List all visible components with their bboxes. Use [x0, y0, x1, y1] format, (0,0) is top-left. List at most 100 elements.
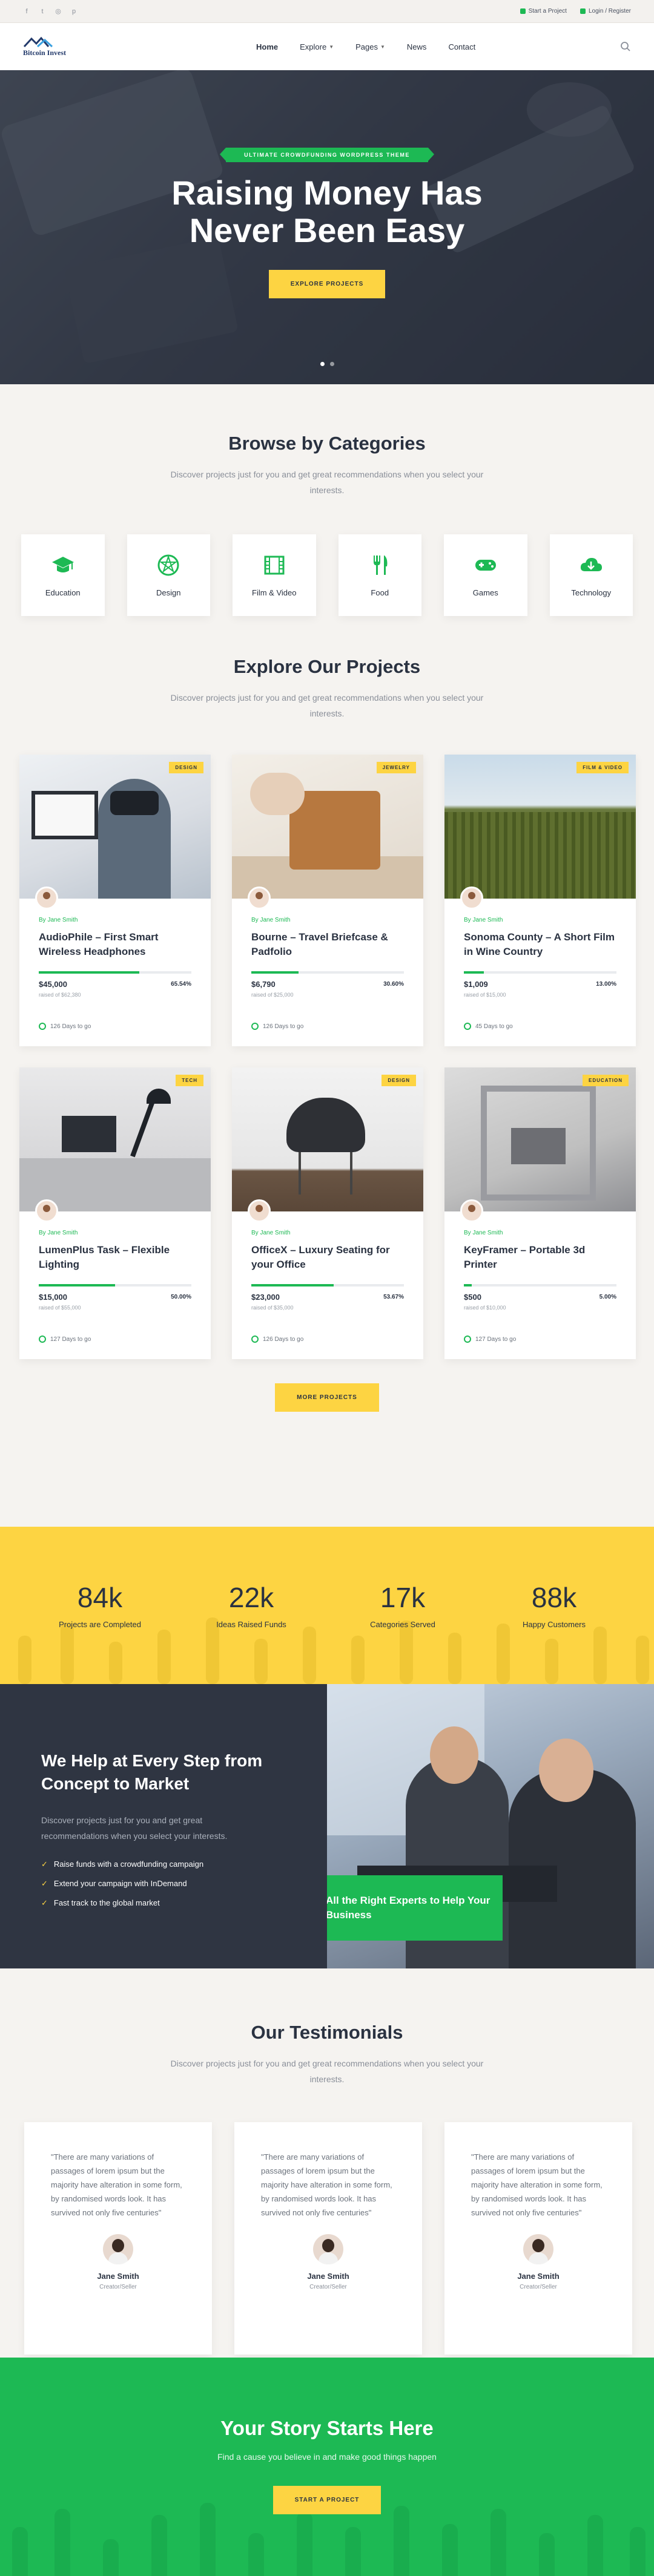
project-tag[interactable]: FILM & VIDEO [576, 762, 629, 773]
main-nav: Bitcoin Invest Home Explore ▼ Pages ▼ News… [0, 23, 654, 70]
avatar [460, 1199, 483, 1222]
mountain-logo-icon [23, 36, 53, 48]
logo[interactable]: Bitcoin Invest [23, 36, 96, 57]
project-title[interactable]: OfficeX – Luxury Seating for your Office [251, 1243, 406, 1272]
stat-categories-served: 17k Categories Served [370, 1582, 435, 1629]
facebook-icon[interactable]: f [23, 8, 30, 15]
project-image[interactable]: FILM & VIDEO [444, 755, 636, 899]
project-tag[interactable]: EDUCATION [583, 1075, 629, 1086]
projects-title: Explore Our Projects [233, 656, 421, 677]
goal-text: raised of $15,000 [464, 992, 506, 998]
clock-icon [251, 1023, 259, 1030]
project-image[interactable]: EDUCATION [444, 1067, 636, 1211]
category-food[interactable]: Food [338, 534, 421, 616]
slider-dot-2[interactable] [329, 362, 334, 366]
funded-percent: 13.00% [596, 981, 616, 988]
days-left: 127 Days to go [39, 1336, 91, 1343]
nav-item-explore[interactable]: Explore ▼ [300, 42, 334, 51]
testimonial-quote: "There are many variations of passages o… [261, 2152, 392, 2217]
project-image[interactable]: JEWELRY [232, 755, 423, 899]
design-icon [157, 554, 179, 576]
stats-section: 84k Projects are Completed 22k Ideas Raise… [0, 1527, 654, 1684]
testimonials-section: Our Testimonials Discover projects just … [0, 1968, 654, 2358]
search-icon[interactable] [620, 41, 631, 52]
hero-title: Raising Money Has Never Been Easy [171, 174, 483, 249]
nav-item-pages[interactable]: Pages ▼ [355, 42, 385, 51]
raised-amount: $15,000 [39, 1293, 67, 1302]
category-design[interactable]: Design [127, 534, 210, 616]
category-games[interactable]: Games [444, 534, 527, 616]
start-project-button[interactable]: START A PROJECT [272, 2486, 382, 2514]
top-bar: f t ◎ p Start a Project Login / Register [0, 0, 654, 23]
goal-text: raised of $35,000 [251, 1305, 294, 1311]
project-title[interactable]: Sonoma County – A Short Film in Wine Cou… [464, 930, 619, 959]
avatar [35, 887, 58, 909]
project-title[interactable]: KeyFramer – Portable 3d Printer [464, 1243, 619, 1272]
raised-amount: $6,790 [251, 980, 276, 989]
project-card[interactable]: DESIGN By Jane Smith OfficeX – Luxury Se… [232, 1067, 423, 1359]
project-image[interactable]: TECH [19, 1067, 211, 1211]
category-technology[interactable]: Technology [549, 534, 633, 616]
stat-ideas-raised: 22k Ideas Raised Funds [216, 1582, 286, 1629]
instagram-icon[interactable]: ◎ [54, 8, 62, 15]
project-title[interactable]: AudioPhile – First Smart Wireless Headph… [39, 930, 194, 959]
project-image[interactable]: DESIGN [232, 1067, 423, 1211]
avatar [523, 2234, 553, 2264]
testimonial-role: Creator/Seller [99, 2284, 137, 2290]
categories-section: Browse by Categories Discover projects j… [0, 384, 654, 656]
days-left: 45 Days to go [464, 1023, 513, 1030]
avatar [103, 2234, 133, 2264]
help-title: We Help at Every Step from Concept to Ma… [41, 1751, 263, 1793]
project-author[interactable]: By Jane Smith [39, 1230, 78, 1236]
funded-percent: 50.00% [171, 1294, 191, 1300]
check-icon: ✓ [41, 1898, 48, 1907]
nav-item-contact[interactable]: Contact [448, 42, 475, 51]
more-projects-button[interactable]: MORE PROJECTS [275, 1383, 379, 1412]
project-card[interactable]: JEWELRY By Jane Smith Bourne – Travel Br… [232, 755, 423, 1046]
project-card[interactable]: DESIGN By Jane Smith AudioPhile – First … [19, 755, 211, 1046]
project-tag[interactable]: TECH [176, 1075, 203, 1086]
twitter-icon[interactable]: t [39, 8, 46, 15]
list-item: ✓ Extend your campaign with InDemand [41, 1874, 327, 1893]
project-author[interactable]: By Jane Smith [464, 1230, 503, 1236]
project-image[interactable]: DESIGN [19, 755, 211, 899]
nav-item-home[interactable]: Home [256, 42, 278, 51]
list-item: ✓ Fast track to the global market [41, 1893, 327, 1913]
days-left: 126 Days to go [251, 1336, 303, 1343]
project-author[interactable]: By Jane Smith [39, 917, 78, 923]
clock-icon [464, 1336, 471, 1343]
project-title[interactable]: Bourne – Travel Briefcase & Padfolio [251, 930, 406, 959]
progress-bar [251, 1284, 404, 1286]
project-author[interactable]: By Jane Smith [464, 917, 503, 923]
explore-projects-button[interactable]: EXPLORE PROJECTS [268, 270, 386, 298]
project-tag[interactable]: DESIGN [169, 762, 203, 773]
days-left: 127 Days to go [464, 1336, 516, 1343]
film-icon [264, 556, 285, 575]
project-author[interactable]: By Jane Smith [251, 1230, 290, 1236]
categories-subtitle: Discover projects just for you and get g… [170, 470, 484, 495]
category-film-video[interactable]: Film & Video [233, 534, 316, 616]
category-education[interactable]: Education [21, 534, 105, 616]
project-title[interactable]: LumenPlus Task – Flexible Lighting [39, 1243, 194, 1272]
testimonial-card: "There are many variations of passages o… [444, 2122, 632, 2355]
nav-item-news[interactable]: News [407, 42, 427, 51]
project-card[interactable]: TECH By Jane Smith LumenPlus Task – Flex… [19, 1067, 211, 1359]
avatar [313, 2234, 343, 2264]
project-author[interactable]: By Jane Smith [251, 917, 290, 923]
pinterest-icon[interactable]: p [70, 8, 78, 15]
funded-percent: 53.67% [383, 1294, 404, 1300]
start-project-link[interactable]: Start a Project [520, 8, 567, 15]
food-icon [374, 556, 388, 575]
testimonial-card: "There are many variations of passages o… [24, 2122, 212, 2355]
testimonials-subtitle: Discover projects just for you and get g… [170, 2059, 484, 2084]
slider-dot-1[interactable] [320, 362, 325, 366]
project-tag[interactable]: JEWELRY [376, 762, 416, 773]
avatar [248, 1199, 271, 1222]
help-text: Discover projects just for you and get g… [41, 1815, 228, 1841]
project-card[interactable]: EDUCATION By Jane Smith KeyFramer – Port… [444, 1067, 636, 1359]
list-item: ✓ Raise funds with a crowdfunding campaig… [41, 1855, 327, 1874]
project-tag[interactable]: DESIGN [382, 1075, 416, 1086]
project-card[interactable]: FILM & VIDEO By Jane Smith Sonoma County… [444, 755, 636, 1046]
clock-icon [39, 1023, 46, 1030]
login-register-link[interactable]: Login / Register [580, 8, 631, 15]
